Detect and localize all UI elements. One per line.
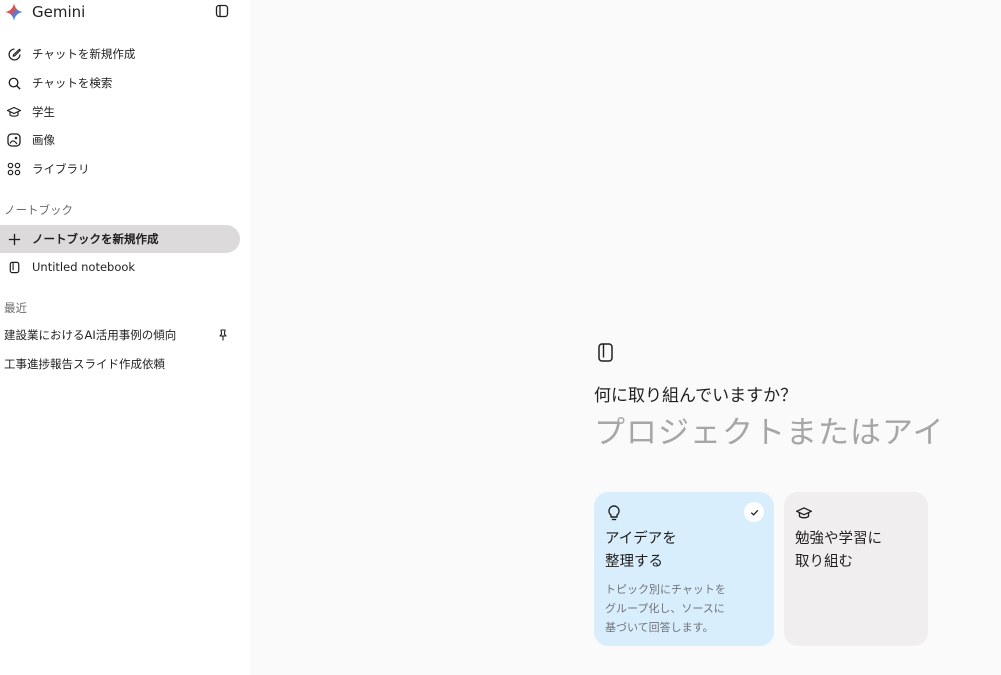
search-chat-label: チャットを検索 [32,76,113,90]
edit-pen-icon [6,46,22,62]
plus-icon [6,231,22,247]
sidebar: Gemini チャットを新規作成 チャットを検索 学生 画像 ライブラリ ノート… [0,0,250,675]
card-title: 勉強や学習に 取り組む [795,531,882,570]
project-name-input[interactable] [594,410,940,456]
notebook-icon [6,259,22,275]
new-chat-label: チャットを新規作成 [32,47,136,61]
images-button[interactable]: 画像 [0,126,240,154]
pin-icon[interactable] [216,328,230,342]
library-button[interactable]: ライブラリ [0,155,240,183]
recent-section-label: 最近 [4,301,27,315]
recent-chat-item[interactable]: 工事進捗報告スライド作成依頼 [0,351,240,377]
organize-ideas-card[interactable]: アイデアを 整理する トピック別にチャットを グループ化し、ソースに 基づいて回… [594,492,774,646]
student-button[interactable]: 学生 [0,98,240,126]
notebook-item[interactable]: Untitled notebook [0,253,240,281]
gemini-logo-icon [5,3,23,21]
library-label: ライブラリ [32,162,90,176]
card-description: トピック別にチャットを グループ化し、ソースに 基づいて回答します。 [605,583,726,634]
notebook-icon [596,342,616,364]
recent-chat-label: 建設業におけるAI活用事例の傾向 [4,328,177,342]
grid-icon [6,161,22,177]
recent-chat-label: 工事進捗報告スライド作成依頼 [4,357,165,371]
student-label: 学生 [32,105,55,119]
images-label: 画像 [32,133,55,147]
app-title: Gemini [32,3,86,21]
search-chat-button[interactable]: チャットを検索 [0,69,240,97]
sidebar-toggle-icon [215,4,229,18]
brand[interactable]: Gemini [4,2,85,22]
card-title: アイデアを 整理する [605,531,677,570]
new-chat-button[interactable]: チャットを新規作成 [0,40,240,68]
new-notebook-label: ノートブックを新規作成 [32,232,159,246]
graduation-cap-icon [6,104,22,120]
search-icon [6,75,22,91]
image-icon [6,132,22,148]
graduation-cap-icon [795,504,813,522]
study-card[interactable]: 勉強や学習に 取り組む [784,492,928,646]
notebooks-section-label: ノートブック [4,203,73,217]
recent-chat-item[interactable]: 建設業におけるAI活用事例の傾向 [0,322,240,348]
lightbulb-icon [605,504,623,522]
page-question: 何に取り組んでいますか？ [594,386,798,406]
project-name-field-wrapper [594,410,940,456]
new-notebook-button[interactable]: ノートブックを新規作成 [0,225,240,253]
sidebar-toggle-button[interactable] [214,3,230,19]
notebook-item-label: Untitled notebook [32,260,136,274]
selected-check-icon [744,502,764,522]
